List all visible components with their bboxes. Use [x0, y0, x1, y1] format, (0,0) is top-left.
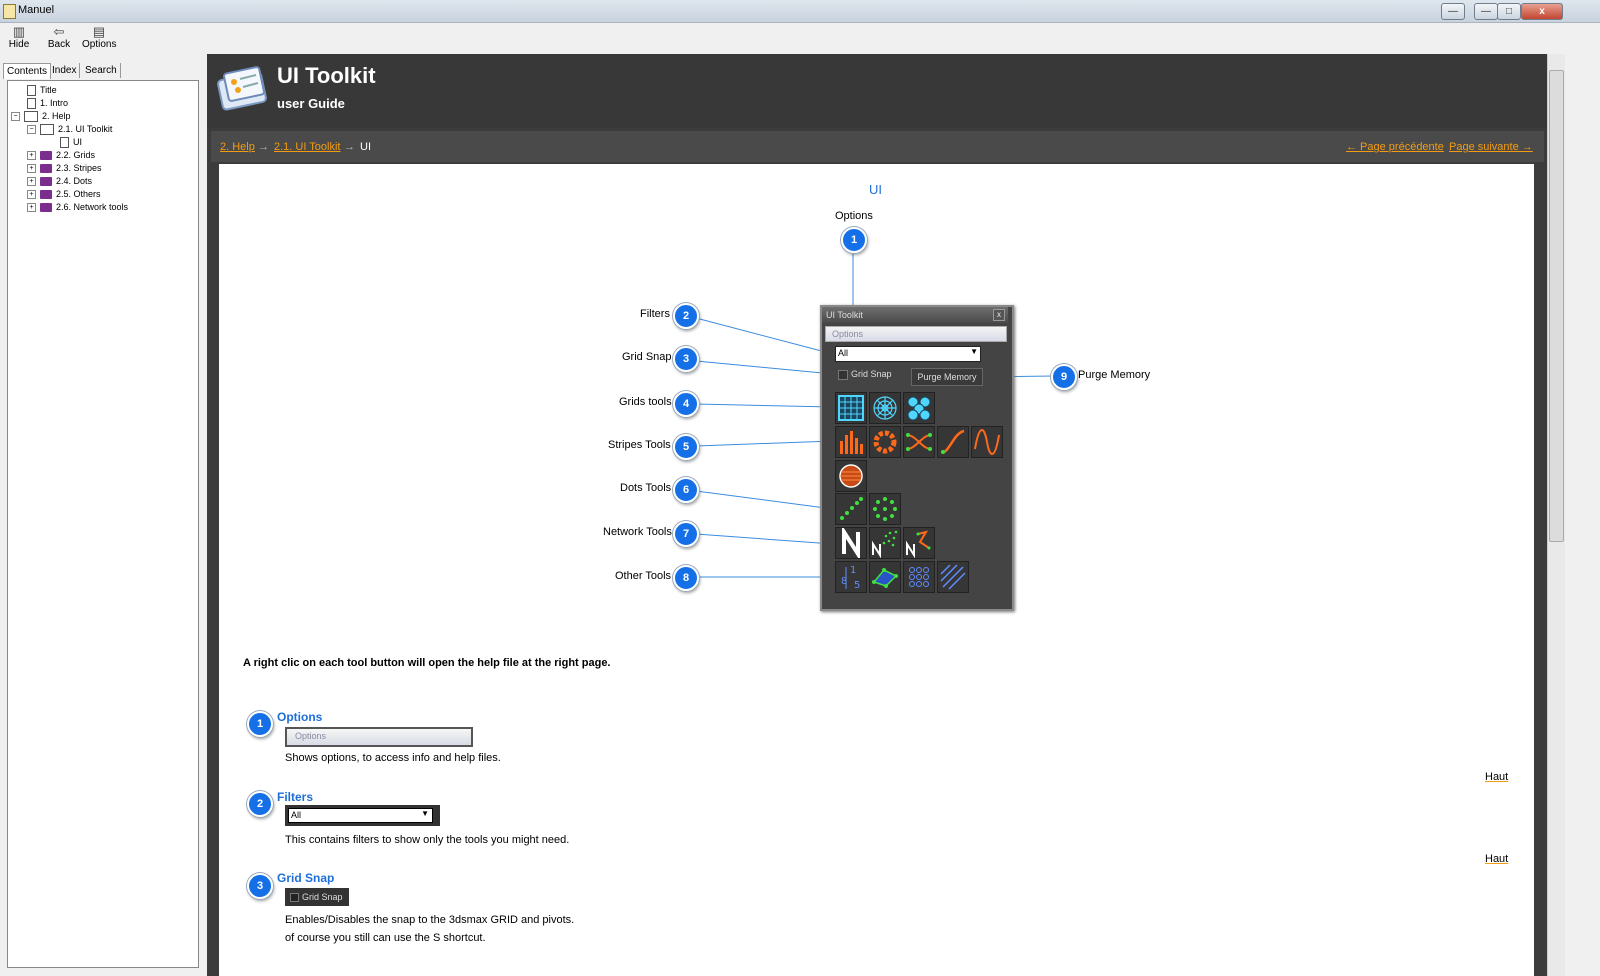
filters-sample-select: All ▼: [288, 808, 433, 823]
callout-badge-1: 1: [841, 227, 867, 253]
stripes-spline-tool-icon[interactable]: [937, 426, 969, 458]
callout-label-options: Options: [835, 210, 873, 222]
callout-lines: [695, 250, 1054, 578]
filter-value: All: [838, 348, 849, 358]
network-n-tool-icon[interactable]: [835, 527, 867, 559]
section-badge-3: 3: [247, 873, 273, 899]
options-bar-sample: Options: [285, 727, 473, 747]
callout-badge-8: 8: [673, 565, 699, 591]
filters-sample: All ▼: [285, 805, 440, 826]
section-desc-options: Shows options, to access info and help f…: [285, 752, 501, 764]
other-polygon-tool-icon[interactable]: [869, 561, 901, 593]
stripes-ring-tool-icon[interactable]: [869, 426, 901, 458]
section-title-filters: Filters: [277, 790, 314, 804]
callout-label-grids-tools: Grids tools: [619, 396, 672, 408]
other-numbers-tool-icon[interactable]: 185: [835, 561, 867, 593]
filters-sample-value: All: [291, 810, 302, 820]
svg-text:1: 1: [850, 565, 856, 576]
hex-grid-tool-icon[interactable]: [903, 392, 935, 424]
toolkit-filter-select[interactable]: All ▼: [835, 346, 981, 362]
stripes-bars-tool-icon[interactable]: [835, 426, 867, 458]
callout-label-network-tools: Network Tools: [603, 526, 672, 538]
dots-line-tool-icon[interactable]: [835, 493, 867, 525]
callout-label-stripes-tools: Stripes Tools: [608, 439, 671, 451]
callout-label-dots-tools: Dots Tools: [620, 482, 672, 494]
back-to-top-link[interactable]: Haut: [1485, 853, 1508, 865]
callout-badge-2: 2: [673, 303, 699, 329]
callout-badge-9: 9: [1051, 364, 1077, 390]
toolkit-title: UI Toolkit: [826, 310, 863, 320]
network-dots-tool-icon[interactable]: [869, 527, 901, 559]
section-title-grid-snap: Grid Snap: [277, 871, 335, 885]
callout-badge-5: 5: [673, 434, 699, 460]
section-badge-1: 1: [247, 711, 273, 737]
stripes-curves-tool-icon[interactable]: [903, 426, 935, 458]
section-title-options: Options: [277, 710, 323, 724]
purge-memory-button[interactable]: Purge Memory: [911, 368, 983, 386]
callout-label-grid-snap: Grid Snap: [622, 351, 672, 363]
section-badge-2: 2: [247, 791, 273, 817]
callout-badge-6: 6: [673, 477, 699, 503]
grid-snap-label: Grid Snap: [851, 369, 892, 379]
grid-snap-sample: Grid Snap: [285, 888, 349, 906]
callout-badge-4: 4: [673, 391, 699, 417]
chevron-down-icon: ▼: [421, 809, 429, 818]
section-desc-grid-snap-2: of course you still can use the S shortc…: [285, 932, 486, 944]
toolkit-close-icon[interactable]: x: [993, 309, 1005, 321]
toolkit-options-label: Options: [832, 329, 864, 339]
grid-snap-sample-label: Grid Snap: [302, 892, 343, 902]
grid-snap-checkbox[interactable]: [838, 370, 848, 380]
callout-badge-7: 7: [673, 521, 699, 547]
options-bar-sample-label: Options: [295, 731, 327, 741]
other-dot-grid-tool-icon[interactable]: [903, 561, 935, 593]
network-links-tool-icon[interactable]: [903, 527, 935, 559]
back-to-top-link[interactable]: Haut: [1485, 771, 1508, 783]
radial-grid-tool-icon[interactable]: [869, 392, 901, 424]
stripes-wave-tool-icon[interactable]: [971, 426, 1003, 458]
grid-tool-icon[interactable]: [835, 392, 867, 424]
callout-label-filters: Filters: [640, 308, 670, 320]
section-desc-grid-snap: Enables/Disables the snap to the 3dsmax …: [285, 914, 575, 926]
svg-text:5: 5: [854, 580, 860, 591]
section-desc-filters: This contains filters to show only the t…: [285, 834, 570, 846]
dots-circle-tool-icon[interactable]: [869, 493, 901, 525]
intro-text: A right clic on each tool button will op…: [243, 657, 611, 669]
other-hatch-tool-icon[interactable]: [937, 561, 969, 593]
callout-label-other-tools: Other Tools: [615, 570, 672, 582]
grid-snap-sample-checkbox: [290, 893, 299, 902]
stripes-sphere-tool-icon[interactable]: [835, 460, 867, 492]
chevron-down-icon: ▼: [970, 347, 978, 356]
callout-badge-3: 3: [673, 346, 699, 372]
callout-label-purge-memory: Purge Memory: [1078, 369, 1151, 381]
